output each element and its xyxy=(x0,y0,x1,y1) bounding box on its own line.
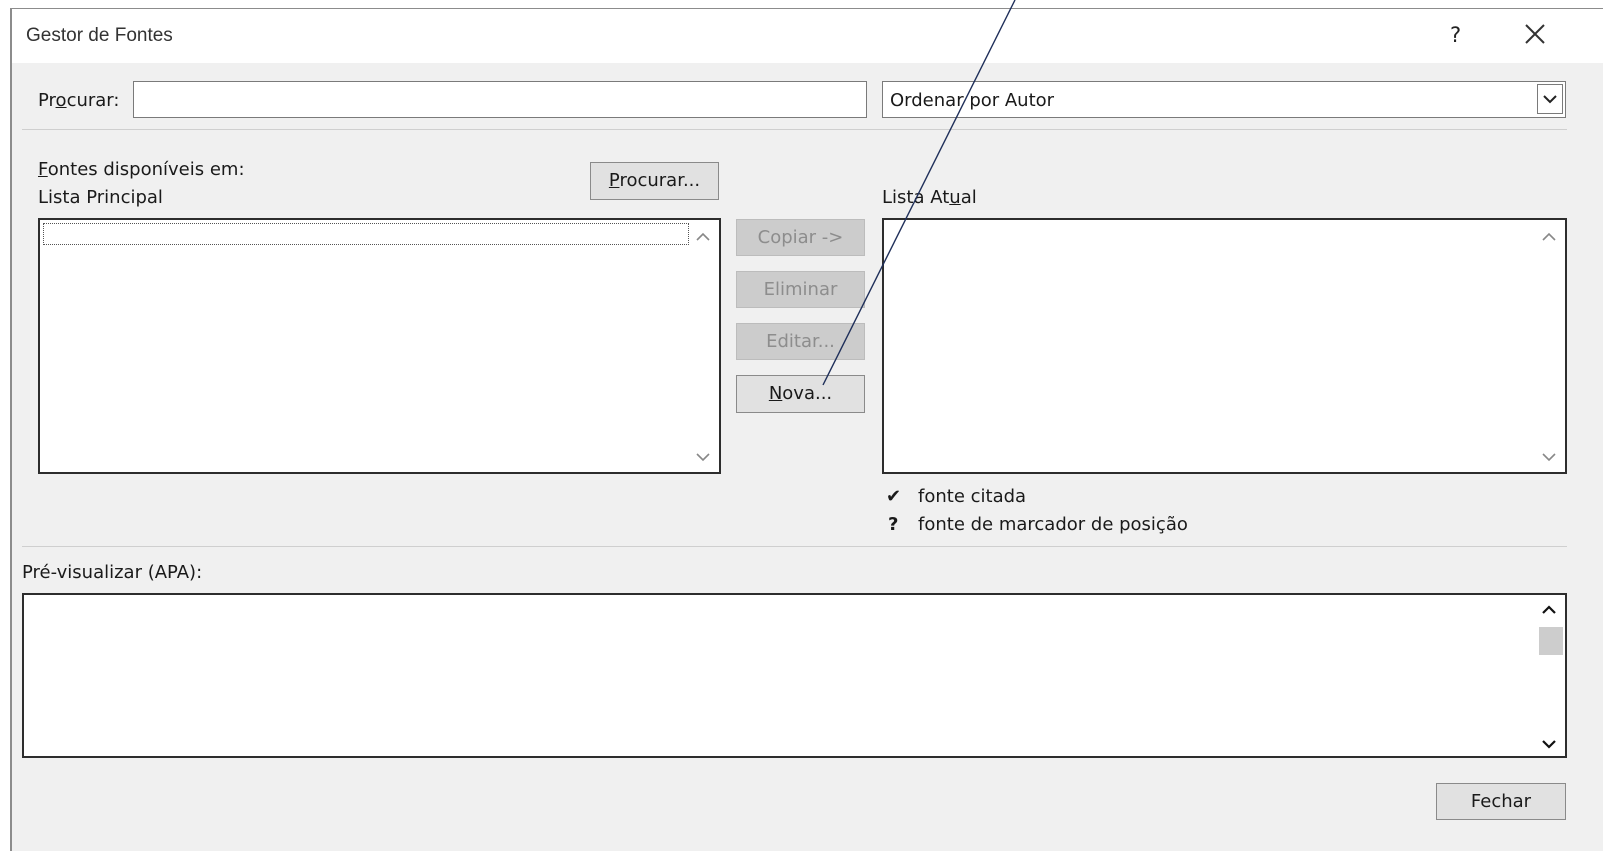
edit-button[interactable]: Editar... xyxy=(736,323,865,360)
current-list-label: Lista Atual xyxy=(882,187,977,208)
search-label: Procurar: xyxy=(38,90,120,111)
dialog-title: Gestor de Fontes xyxy=(26,25,173,46)
focus-rect xyxy=(43,223,689,245)
sort-select-value: Ordenar por Autor xyxy=(890,90,1055,111)
divider xyxy=(22,129,1567,130)
scroll-up-icon[interactable] xyxy=(1540,601,1558,622)
close-icon[interactable] xyxy=(1520,19,1550,49)
scroll-down-icon[interactable] xyxy=(1540,448,1558,469)
checkmark-icon: ✔ xyxy=(886,486,902,507)
scroll-up-icon[interactable] xyxy=(694,228,712,249)
preview-scrollbar[interactable] xyxy=(1535,595,1565,756)
master-list[interactable] xyxy=(38,218,721,474)
help-button[interactable]: ? xyxy=(1450,23,1461,47)
source-manager-dialog: Gestor de Fontes ? Procurar: Ordenar por… xyxy=(10,8,1603,851)
delete-button[interactable]: Eliminar xyxy=(736,271,865,308)
cited-source-legend: fonte citada xyxy=(918,486,1027,507)
available-sources-label: Fontes disponíveis em: xyxy=(38,159,245,180)
copy-button[interactable]: Copiar -> xyxy=(736,219,865,256)
scroll-down-icon[interactable] xyxy=(694,448,712,469)
scroll-up-icon[interactable] xyxy=(1540,228,1558,249)
master-list-scrollbar[interactable] xyxy=(689,220,719,472)
close-button[interactable]: Fechar xyxy=(1436,783,1566,820)
scroll-down-icon[interactable] xyxy=(1540,735,1558,756)
sort-select[interactable]: Ordenar por Autor xyxy=(882,81,1566,118)
master-list-label: Lista Principal xyxy=(38,187,163,208)
current-list-scrollbar[interactable] xyxy=(1535,220,1565,472)
preview-area xyxy=(22,593,1567,758)
chevron-down-icon[interactable] xyxy=(1537,84,1563,114)
current-list[interactable] xyxy=(882,218,1567,474)
new-source-button[interactable]: Nova... xyxy=(736,375,865,413)
title-bar: Gestor de Fontes ? xyxy=(12,9,1603,63)
placeholder-source-legend: fonte de marcador de posição xyxy=(918,514,1188,535)
browse-button[interactable]: Procurar... xyxy=(590,162,719,200)
scroll-thumb[interactable] xyxy=(1539,627,1563,655)
search-input[interactable] xyxy=(133,81,867,118)
question-mark-icon: ? xyxy=(888,514,899,535)
divider xyxy=(22,546,1567,547)
preview-label: Pré-visualizar (APA): xyxy=(22,562,203,583)
